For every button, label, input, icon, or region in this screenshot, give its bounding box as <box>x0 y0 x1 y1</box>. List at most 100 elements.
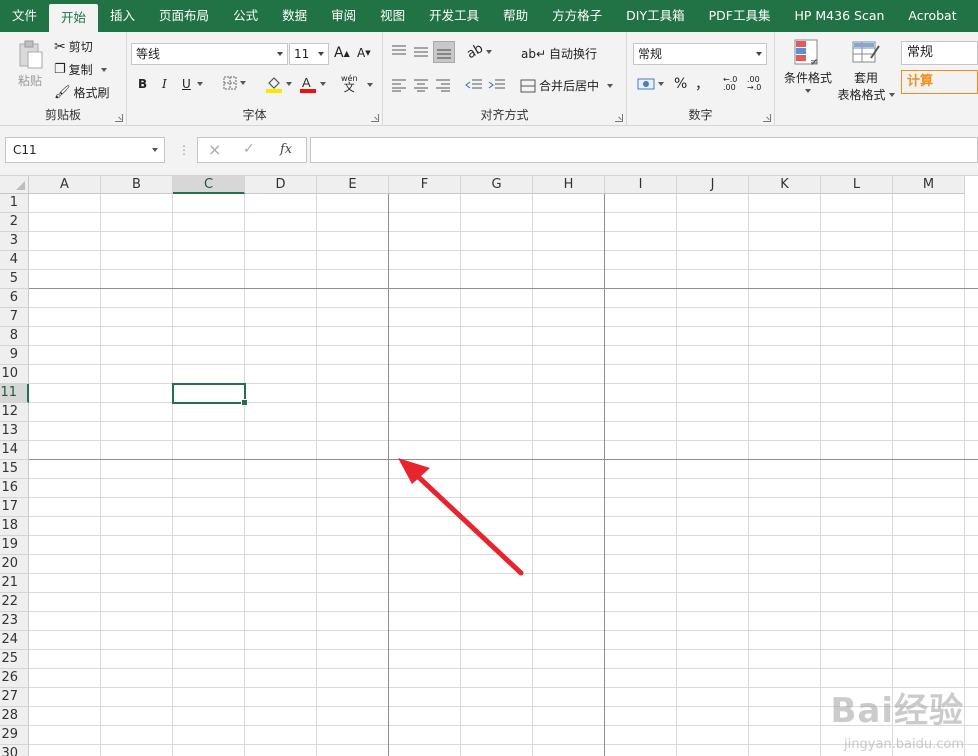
ribbon-tab[interactable]: 开始 <box>49 4 99 32</box>
ribbon-tab[interactable]: Acrobat <box>896 0 968 32</box>
underline-button[interactable]: U <box>182 77 203 91</box>
row-header[interactable]: 7 <box>0 308 29 327</box>
column-header[interactable]: K <box>749 176 821 194</box>
dialog-launcher-icon[interactable] <box>115 114 123 122</box>
row-header[interactable]: 17 <box>0 498 29 517</box>
column-header[interactable]: I <box>605 176 677 194</box>
copy-button[interactable]: ❐ 复制 <box>54 61 107 78</box>
ribbon-tab[interactable]: 页面布局 <box>147 0 221 32</box>
align-middle-icon[interactable] <box>413 44 429 58</box>
style-calculation[interactable]: 计算 <box>901 70 978 94</box>
row-header[interactable]: 26 <box>0 669 29 688</box>
style-normal[interactable]: 常规 <box>901 41 978 65</box>
dialog-launcher-icon[interactable] <box>763 114 771 122</box>
percent-button[interactable]: % <box>674 76 687 92</box>
row-header[interactable]: 14 <box>0 441 29 460</box>
ribbon-tab[interactable]: 帮助 <box>491 0 540 32</box>
bold-button[interactable]: B <box>138 77 147 91</box>
row-header[interactable]: 21 <box>0 574 29 593</box>
row-header[interactable]: 20 <box>0 555 29 574</box>
column-header[interactable]: J <box>677 176 749 194</box>
ribbon-tab[interactable]: DIY工具箱 <box>614 0 696 32</box>
row-header[interactable]: 12 <box>0 403 29 422</box>
column-header[interactable]: B <box>101 176 173 194</box>
ribbon-tab[interactable]: PDF工具集 <box>697 0 783 32</box>
row-header[interactable]: 9 <box>0 346 29 365</box>
row-header[interactable]: 25 <box>0 650 29 669</box>
column-header[interactable]: A <box>29 176 101 194</box>
column-header[interactable]: C <box>173 176 245 194</box>
italic-button[interactable]: I <box>162 77 167 91</box>
paste-button[interactable]: 粘贴 <box>12 40 48 89</box>
comma-button[interactable]: ， <box>695 74 709 94</box>
font-size-select[interactable]: 11 <box>289 43 329 65</box>
format-as-table-button[interactable]: 套用 表格格式 <box>835 38 897 103</box>
column-header[interactable]: M <box>893 176 965 194</box>
row-header[interactable]: 8 <box>0 327 29 346</box>
font-name-select[interactable]: 等线 <box>131 43 288 65</box>
insert-function-icon[interactable]: fx <box>280 142 292 157</box>
decrease-indent-icon[interactable] <box>465 78 483 92</box>
row-header[interactable]: 29 <box>0 726 29 745</box>
ribbon-tab[interactable]: 视图 <box>368 0 417 32</box>
row-header[interactable]: 2 <box>0 213 29 232</box>
row-header[interactable]: 6 <box>0 289 29 308</box>
active-cell[interactable] <box>172 383 248 406</box>
column-header[interactable]: H <box>533 176 605 194</box>
row-header[interactable]: 3 <box>0 232 29 251</box>
ribbon-tab[interactable]: 插入 <box>98 0 147 32</box>
column-header[interactable]: F <box>389 176 461 194</box>
row-header[interactable]: 11 <box>0 384 29 403</box>
border-button[interactable] <box>223 76 246 90</box>
name-box[interactable]: C11 <box>5 137 165 163</box>
ribbon-tab[interactable]: 文件 <box>0 0 49 32</box>
number-format-select[interactable]: 常规 <box>633 43 767 65</box>
row-header[interactable]: 10 <box>0 365 29 384</box>
ribbon-tab[interactable]: 数据 <box>270 0 319 32</box>
wrap-text-button[interactable]: ab↵ 自动换行 <box>521 45 597 62</box>
decrease-font-button[interactable]: A ▼ <box>357 46 371 60</box>
column-header[interactable]: G <box>461 176 533 194</box>
row-header[interactable]: 5 <box>0 270 29 289</box>
ribbon-tab[interactable]: 开发工具 <box>417 0 491 32</box>
cut-button[interactable]: ✂ 剪切 <box>54 38 93 55</box>
row-header[interactable]: 30 <box>0 745 29 756</box>
dialog-launcher-icon[interactable] <box>371 114 379 122</box>
fill-color-button[interactable] <box>265 75 292 93</box>
ribbon-tab[interactable]: HP M436 Scan <box>782 0 896 32</box>
confirm-icon[interactable]: ✓ <box>243 141 255 157</box>
increase-decimal-button[interactable]: ←.0.00 <box>723 76 737 92</box>
align-bottom-button[interactable] <box>433 41 455 63</box>
row-header[interactable]: 24 <box>0 631 29 650</box>
row-header[interactable]: 19 <box>0 536 29 555</box>
formula-input[interactable] <box>310 137 978 163</box>
ribbon-tab[interactable]: 公式 <box>221 0 270 32</box>
row-header[interactable]: 16 <box>0 479 29 498</box>
chevron-down-icon[interactable] <box>367 83 373 87</box>
row-header[interactable]: 13 <box>0 422 29 441</box>
currency-button[interactable] <box>637 77 664 91</box>
row-header[interactable]: 22 <box>0 593 29 612</box>
phonetic-button[interactable]: wén 文 <box>341 74 358 93</box>
row-header[interactable]: 18 <box>0 517 29 536</box>
ribbon-tab[interactable]: 审阅 <box>319 0 368 32</box>
column-header[interactable]: D <box>245 176 317 194</box>
align-top-icon[interactable] <box>391 44 407 58</box>
cancel-icon[interactable]: × <box>208 140 221 159</box>
column-header[interactable]: E <box>317 176 389 194</box>
align-left-icon[interactable] <box>391 78 407 92</box>
merge-center-button[interactable]: 合并后居中 <box>520 77 614 94</box>
formula-bar-splitter[interactable]: ⋮ <box>178 143 190 157</box>
row-header[interactable]: 15 <box>0 460 29 479</box>
increase-font-button[interactable]: A ▲ <box>334 45 350 61</box>
font-color-button[interactable]: A <box>299 75 326 93</box>
row-header[interactable]: 28 <box>0 707 29 726</box>
format-painter-button[interactable]: 🖌 格式刷 <box>54 84 110 101</box>
conditional-format-button[interactable]: ≠ 条件格式 <box>781 38 835 93</box>
align-right-icon[interactable] <box>435 78 451 92</box>
dialog-launcher-icon[interactable] <box>615 114 623 122</box>
row-header[interactable]: 4 <box>0 251 29 270</box>
cell-area[interactable] <box>29 194 978 756</box>
decrease-decimal-button[interactable]: .00 →.0 <box>747 76 761 92</box>
column-header[interactable]: L <box>821 176 893 194</box>
